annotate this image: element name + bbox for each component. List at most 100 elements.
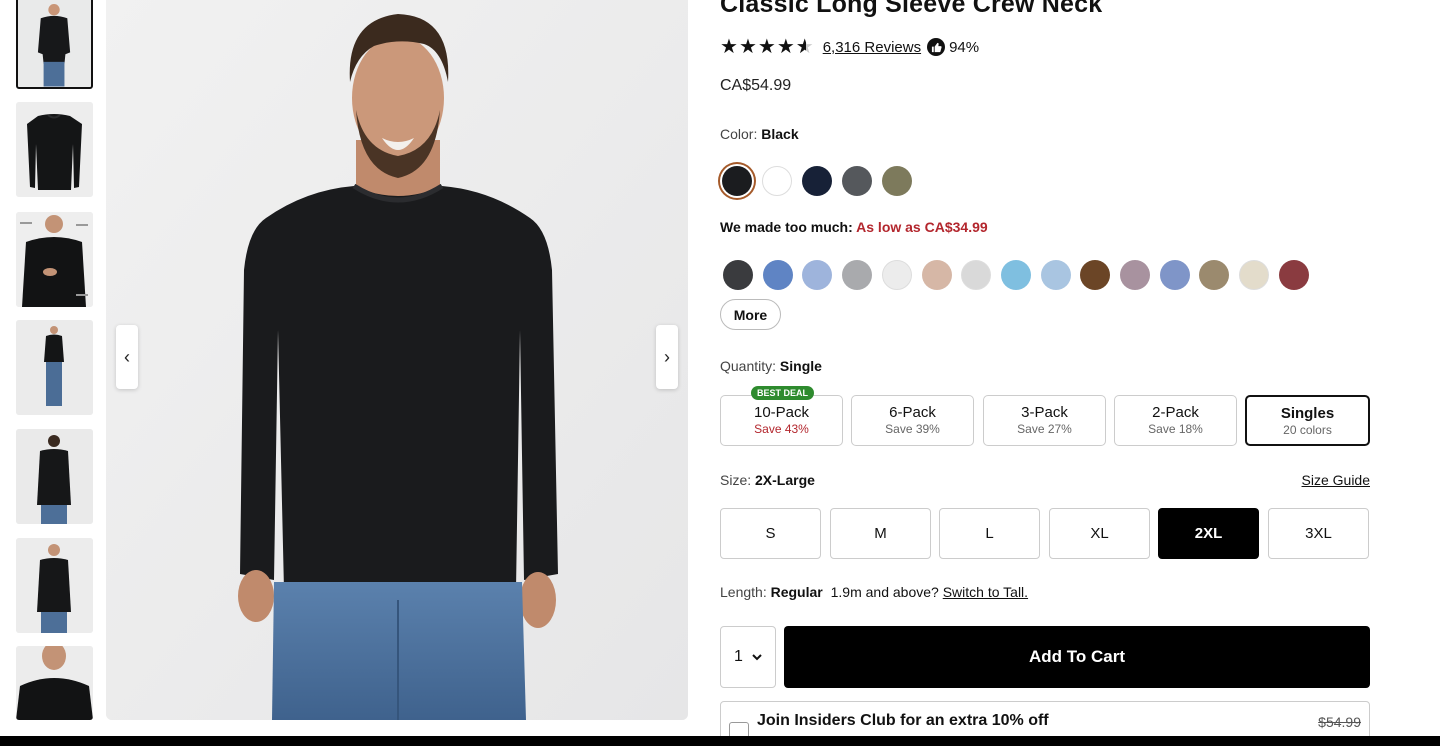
chevron-left-icon: ‹ xyxy=(124,346,130,367)
star-icon: ★ xyxy=(757,36,776,58)
switch-to-tall-link[interactable]: Switch to Tall. xyxy=(943,584,1028,600)
thumbnail-4[interactable] xyxy=(16,320,93,415)
pack-option-singles[interactable]: Singles 20 colors xyxy=(1245,395,1370,446)
best-deal-badge: BEST DEAL xyxy=(751,386,815,400)
clearance-swatch[interactable] xyxy=(1159,260,1190,290)
star-rating: ★ ★ ★ ★ ★ xyxy=(720,37,814,57)
clearance-promo: We made too much: As low as CA$34.99 xyxy=(720,219,988,235)
reviews-link[interactable]: 6,316 Reviews xyxy=(823,39,921,56)
pack-option-name: 2-Pack xyxy=(1152,404,1199,421)
thumbnail-3-image xyxy=(16,212,93,307)
clearance-swatch[interactable] xyxy=(1278,260,1309,290)
color-swatch-white[interactable] xyxy=(762,166,792,196)
pack-option-name: 3-Pack xyxy=(1021,404,1068,421)
pack-option-10[interactable]: BEST DEAL 10-Pack Save 43% xyxy=(720,386,843,446)
recommend-percentage: 94% xyxy=(949,38,980,56)
star-icon: ★ xyxy=(776,36,795,58)
size-label: Size: 2X-Large xyxy=(720,472,815,488)
clearance-swatch[interactable] xyxy=(802,260,833,290)
chevron-right-icon: › xyxy=(664,346,670,367)
size-option-2xl[interactable]: 2XL xyxy=(1158,508,1259,559)
clearance-swatch[interactable] xyxy=(961,260,992,290)
clearance-swatch[interactable] xyxy=(723,260,753,290)
color-label-text: Color: xyxy=(720,126,758,142)
pack-option-6[interactable]: 6-Pack Save 39% xyxy=(851,395,974,446)
thumbnail-6[interactable] xyxy=(16,538,93,633)
rating-row: ★ ★ ★ ★ ★ 6,316 Reviews 94% xyxy=(720,37,979,57)
color-swatch-navy[interactable] xyxy=(802,166,832,196)
thumbnail-6-image xyxy=(16,538,93,633)
pack-option-savings: Save 43% xyxy=(754,422,809,436)
thumbnail-5-image xyxy=(16,429,93,524)
color-swatch-black[interactable] xyxy=(722,166,752,196)
pack-option-colors: 20 colors xyxy=(1283,423,1332,437)
size-option-xl[interactable]: XL xyxy=(1049,508,1150,559)
clearance-swatch[interactable] xyxy=(881,260,912,290)
clearance-swatch[interactable] xyxy=(1000,260,1031,290)
quantity-select[interactable]: 1 xyxy=(720,626,776,688)
size-option-l[interactable]: L xyxy=(939,508,1040,559)
insiders-text: Join Insiders Club for an extra 10% off xyxy=(757,712,1049,729)
pack-option-savings: Save 18% xyxy=(1148,422,1203,436)
clearance-swatch[interactable] xyxy=(1239,260,1270,290)
thumbnail-1[interactable] xyxy=(16,0,93,89)
thumbs-up-icon xyxy=(927,38,946,56)
selected-color-name: Black xyxy=(761,126,799,142)
length-row: Length: Regular 1.9m and above? Switch t… xyxy=(720,584,1028,600)
insiders-old-price: $54.99 xyxy=(1318,714,1361,730)
size-guide-link[interactable]: Size Guide xyxy=(1302,472,1370,488)
pack-option-savings: Save 39% xyxy=(885,422,940,436)
thumbnail-7[interactable] xyxy=(16,646,93,720)
pack-option-savings: Save 27% xyxy=(1017,422,1072,436)
thumbnail-2[interactable] xyxy=(16,102,93,197)
color-swatch-charcoal[interactable] xyxy=(842,166,872,196)
size-option-s[interactable]: S xyxy=(720,508,821,559)
clearance-swatch[interactable] xyxy=(842,260,873,290)
pack-option-name: 6-Pack xyxy=(889,404,936,421)
clearance-swatch[interactable] xyxy=(921,260,952,290)
selected-quantity: Single xyxy=(779,358,822,374)
thumbnail-7-image xyxy=(16,646,93,720)
size-option-3xl[interactable]: 3XL xyxy=(1268,508,1369,559)
color-label: Color: Black xyxy=(720,126,799,142)
pack-option-2[interactable]: 2-Pack Save 18% xyxy=(1114,395,1237,446)
add-to-cart-button[interactable]: Add To Cart xyxy=(784,626,1370,688)
length-note: 1.9m and above? xyxy=(830,584,939,600)
size-label-text: Size: xyxy=(720,472,752,488)
next-image-button[interactable]: › xyxy=(656,325,678,389)
model-photo xyxy=(106,0,688,720)
color-swatch-olive[interactable] xyxy=(882,166,912,196)
thumbnail-1-image xyxy=(18,0,91,87)
length-value: Regular xyxy=(770,584,823,600)
thumbnail-4-image xyxy=(16,320,93,415)
clearance-swatch[interactable] xyxy=(762,260,793,290)
pack-option-name: 10-Pack xyxy=(753,404,810,421)
clearance-swatch[interactable] xyxy=(1080,260,1111,290)
promo-price: As low as CA$34.99 xyxy=(856,219,988,235)
thumbnail-5[interactable] xyxy=(16,429,93,524)
thumbnail-3[interactable] xyxy=(16,212,93,307)
product-main-image: ‹ › xyxy=(106,0,688,720)
length-label: Length: xyxy=(720,584,767,600)
insiders-club-offer: Join Insiders Club for an extra 10% off … xyxy=(720,701,1370,742)
selected-size: 2X-Large xyxy=(755,472,815,488)
half-star-icon: ★ xyxy=(796,37,814,57)
quantity-value: 1 xyxy=(734,648,743,665)
quantity-label-text: Quantity: xyxy=(720,358,777,374)
quantity-label: Quantity: Single xyxy=(720,358,822,374)
clearance-swatch[interactable] xyxy=(1040,260,1071,290)
product-title: Classic Long Sleeve Crew Neck xyxy=(720,0,1103,18)
star-icon: ★ xyxy=(720,36,738,58)
star-icon: ★ xyxy=(738,36,757,58)
more-colors-button[interactable]: More xyxy=(720,299,781,330)
pack-option-name: Singles xyxy=(1280,405,1335,422)
product-price: CA$54.99 xyxy=(720,77,792,94)
chevron-down-icon xyxy=(752,653,762,660)
clearance-swatch[interactable] xyxy=(1199,260,1230,290)
previous-image-button[interactable]: ‹ xyxy=(116,325,138,389)
size-option-m[interactable]: M xyxy=(830,508,931,559)
thumbnail-2-image xyxy=(16,102,93,197)
promo-text: We made too much: xyxy=(720,219,853,235)
clearance-swatch[interactable] xyxy=(1120,260,1150,290)
pack-option-3[interactable]: 3-Pack Save 27% xyxy=(983,395,1106,446)
